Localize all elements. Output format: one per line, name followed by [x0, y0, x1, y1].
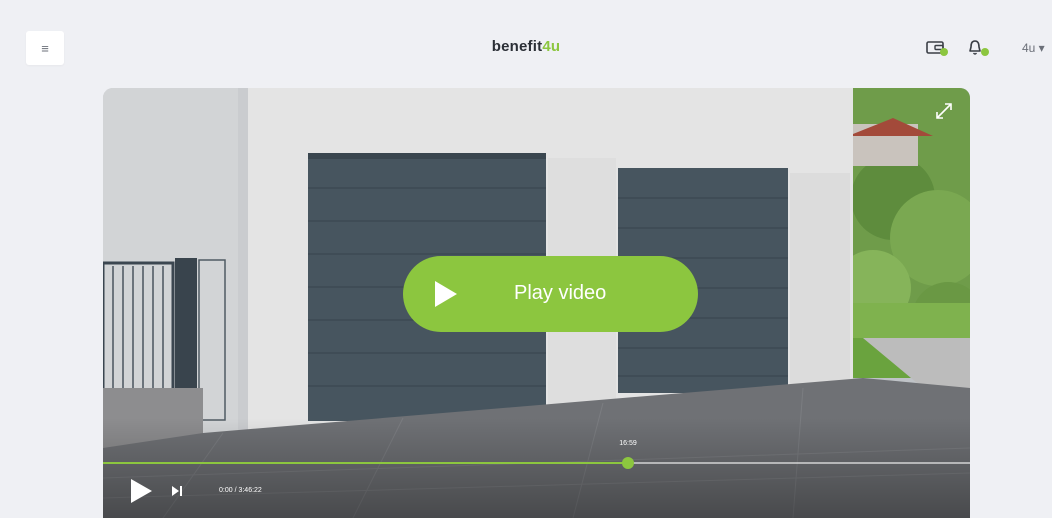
logo-text-benefit: benefit [491, 38, 543, 55]
progress-bar[interactable] [103, 457, 970, 469]
notifications-button[interactable] [967, 38, 989, 58]
time-display: 0:00 / 3:46:22 [219, 487, 262, 494]
progress-scrubber[interactable] [622, 457, 634, 469]
language-selector[interactable]: 4u ▾ [1022, 41, 1045, 55]
play-pause-button[interactable] [131, 479, 152, 503]
next-icon[interactable] [172, 486, 183, 496]
app-window: ≡ benefit4u 4u ▾ Play video 16:59 0:00 /… [0, 0, 1052, 518]
video-player[interactable]: Play video 16:59 0:00 / 3:46:22 [103, 88, 970, 518]
hamburger-icon: ≡ [41, 40, 49, 56]
video-controls: 16:59 0:00 / 3:46:22 [103, 438, 970, 518]
play-icon [435, 281, 457, 307]
play-video-label: Play video [514, 282, 607, 304]
wallet-notification-dot [940, 48, 948, 56]
fullscreen-button[interactable] [933, 100, 955, 122]
play-video-button[interactable]: Play video [403, 256, 698, 332]
hover-time-tooltip: 16:59 [619, 440, 637, 447]
logo-text-4u: 4u [542, 38, 561, 55]
wallet-button[interactable] [926, 38, 948, 58]
expand-icon [936, 103, 952, 119]
header: ≡ benefit4u 4u ▾ [0, 0, 1052, 88]
bell-notification-dot [981, 48, 989, 56]
menu-button[interactable]: ≡ [26, 31, 64, 65]
logo: benefit4u [0, 38, 1052, 55]
progress-fill [103, 462, 628, 464]
